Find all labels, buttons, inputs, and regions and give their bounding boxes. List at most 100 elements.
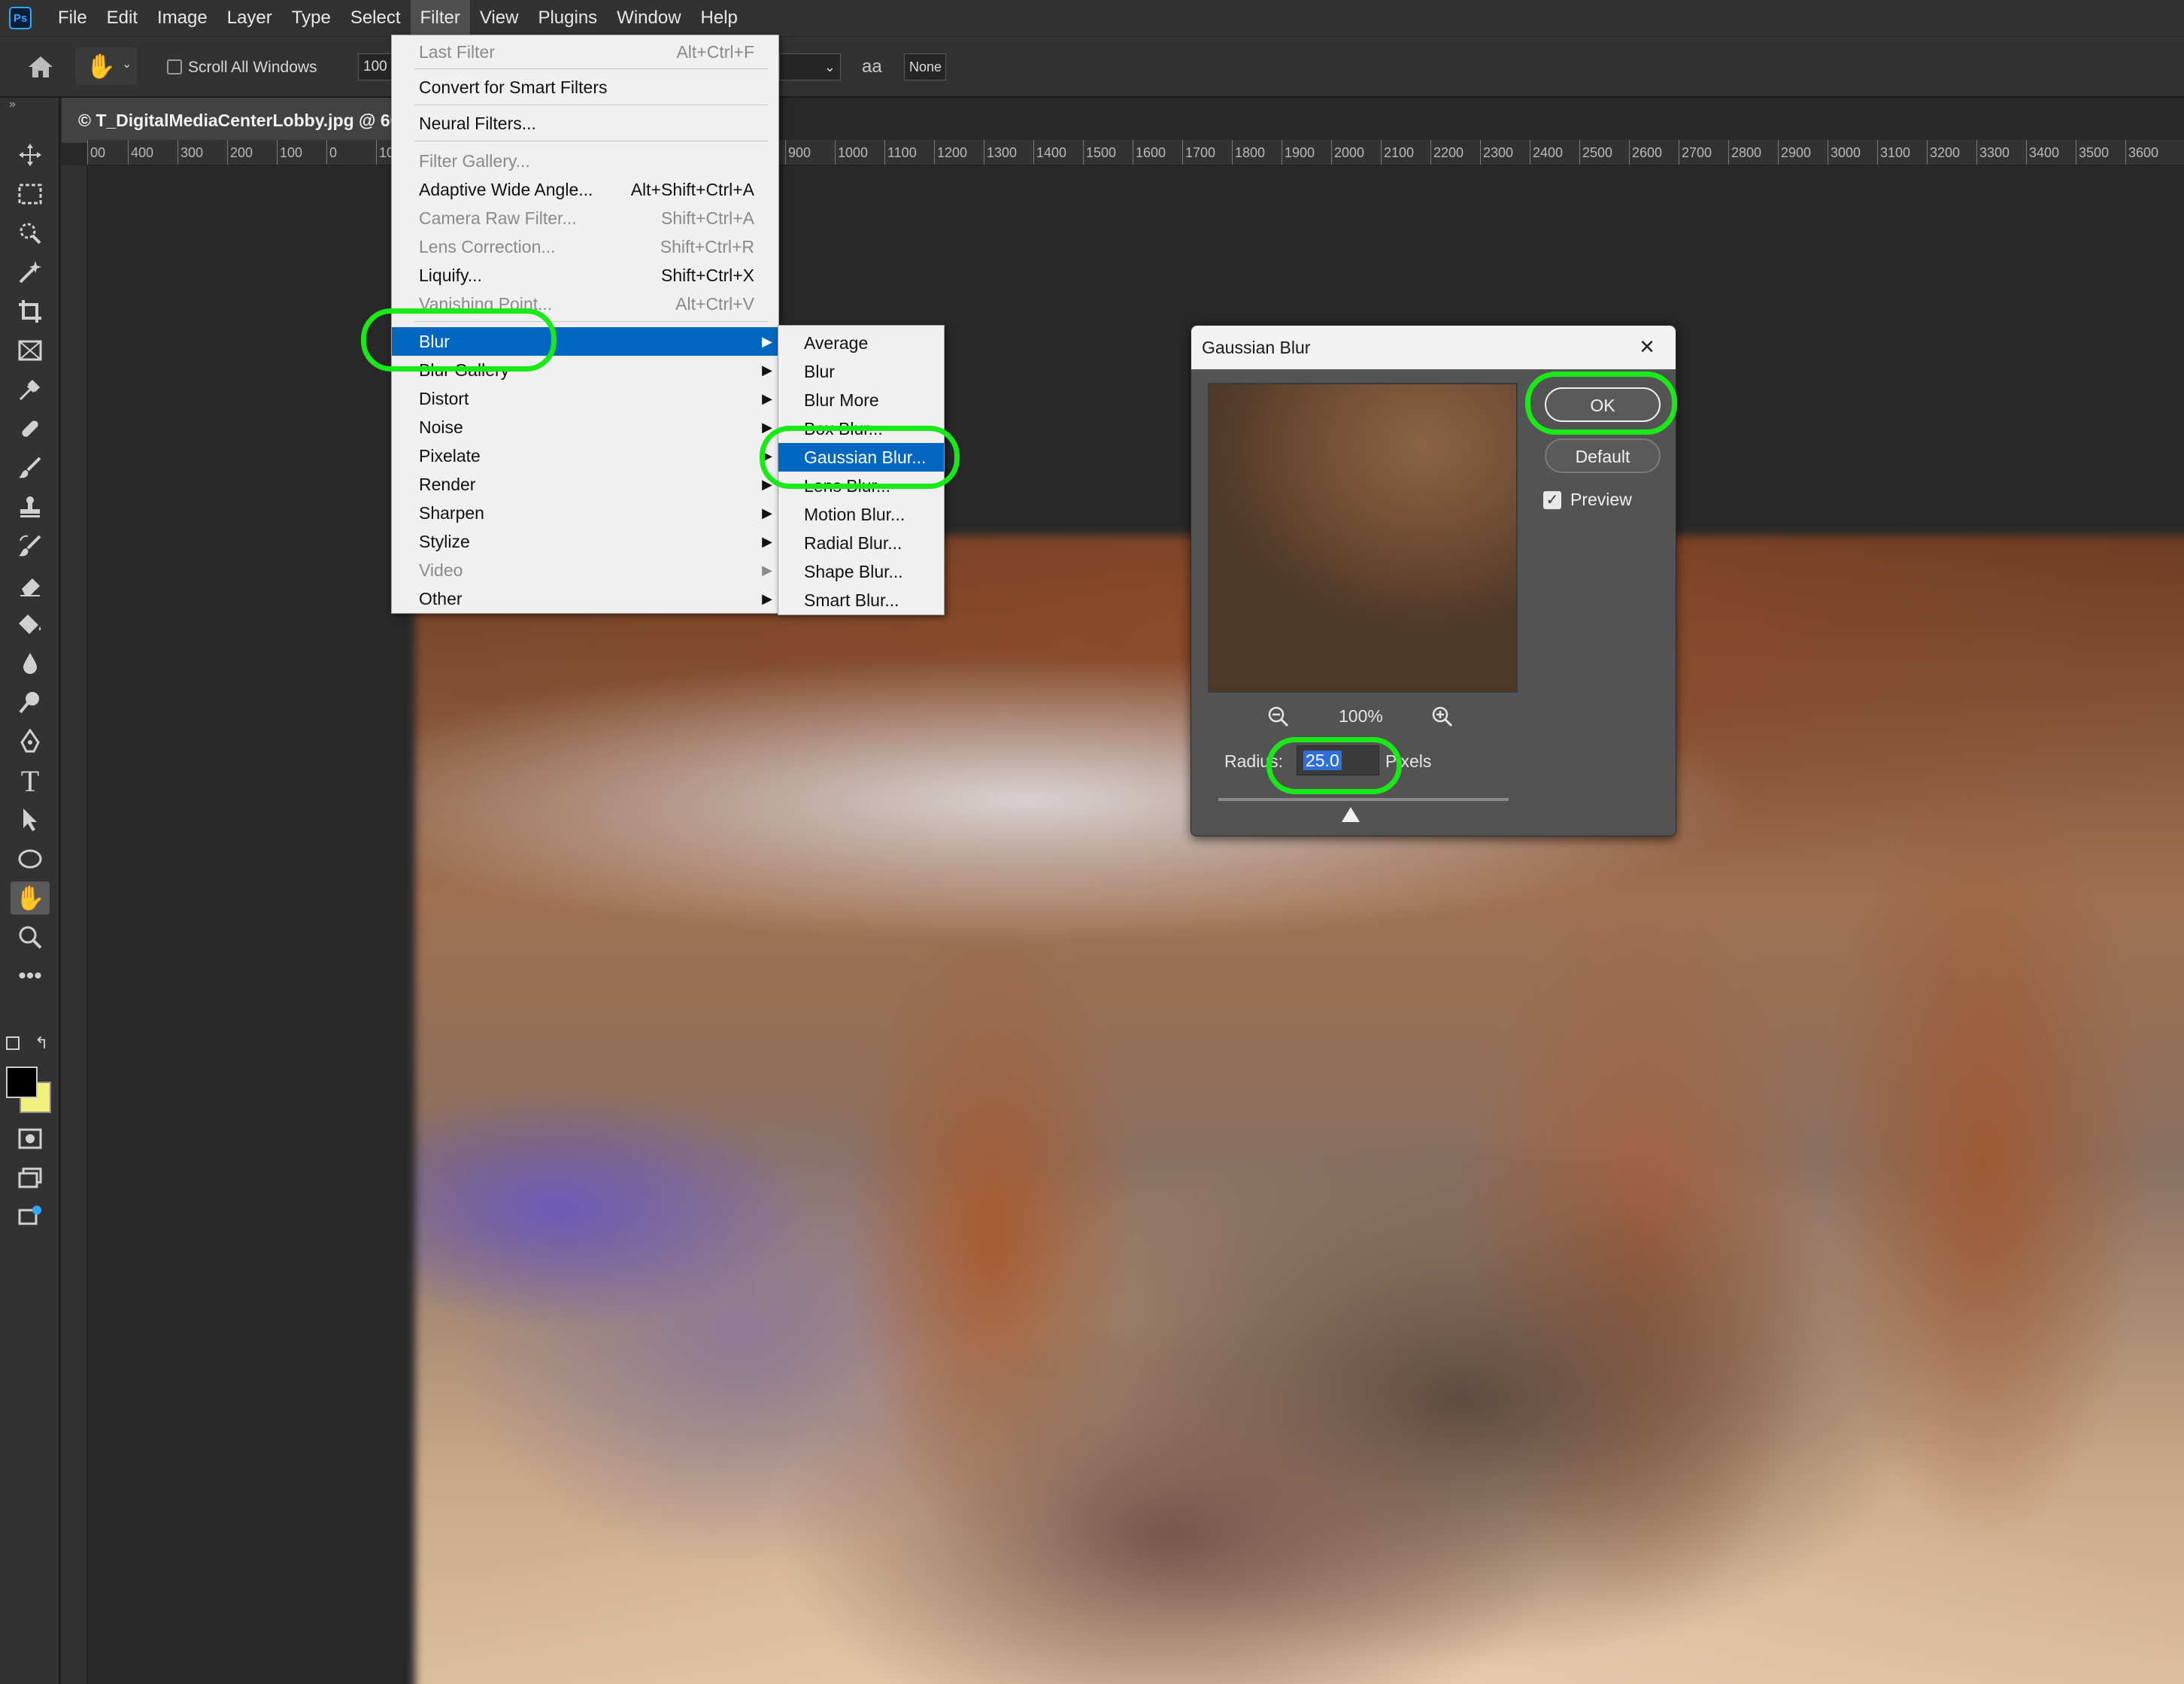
paint-bucket-tool-icon[interactable] xyxy=(11,608,50,641)
type-tool-icon[interactable]: T xyxy=(11,764,50,798)
quick-selection-tool-icon[interactable] xyxy=(11,217,50,250)
dialog-titlebar[interactable]: Gaussian Blur × xyxy=(1191,326,1676,369)
crop-tool-icon[interactable] xyxy=(11,295,50,328)
ruler-label: 2100 xyxy=(1381,140,1414,165)
home-icon[interactable] xyxy=(26,53,56,80)
submenu-item-shape-blur[interactable]: Shape Blur... xyxy=(778,557,944,586)
zoom-tool-icon[interactable] xyxy=(11,921,50,954)
menu-type[interactable]: Type xyxy=(282,0,341,36)
ruler-label: 1300 xyxy=(984,140,1017,165)
options-bar: ✋ ⌄ Scroll All Windows 100 ⌄ aa None xyxy=(0,36,2184,98)
zoom-out-icon[interactable] xyxy=(1266,705,1291,735)
submenu-item-blur-more[interactable]: Blur More xyxy=(778,386,944,414)
menu-select[interactable]: Select xyxy=(341,0,411,36)
ruler-label: 3600 xyxy=(2125,140,2158,165)
move-tool-icon[interactable] xyxy=(11,138,50,171)
zoom-field[interactable]: 100 xyxy=(358,53,394,80)
ellipse-tool-icon[interactable] xyxy=(11,842,50,875)
hand-tool-preset[interactable]: ✋ ⌄ xyxy=(75,47,137,85)
highlight-gaussian-blur-item xyxy=(760,426,960,489)
menu-image[interactable]: Image xyxy=(147,0,217,36)
menu-plugins[interactable]: Plugins xyxy=(528,0,607,36)
share-icon[interactable] xyxy=(11,1200,50,1233)
zoom-in-icon[interactable] xyxy=(1430,705,1454,735)
menu-item-last-filter[interactable]: Last Filter Alt+Ctrl+F xyxy=(392,38,780,66)
menu-item-camera-raw[interactable]: Camera Raw Filter... Shift+Ctrl+A xyxy=(392,204,780,232)
brush-tool-icon[interactable] xyxy=(11,451,50,484)
radius-slider-track[interactable] xyxy=(1218,798,1509,801)
ruler-label: 1700 xyxy=(1182,140,1215,165)
submenu-arrow-icon: ▶ xyxy=(762,505,772,520)
menu-item-pixelate[interactable]: Pixelate ▶ xyxy=(392,441,780,470)
scroll-all-windows-checkbox[interactable] xyxy=(167,59,182,74)
highlight-blur-menu-item xyxy=(361,308,557,372)
submenu-item-motion-blur[interactable]: Motion Blur... xyxy=(778,500,944,529)
blur-preview-window[interactable] xyxy=(1208,383,1518,693)
submenu-item-blur[interactable]: Blur xyxy=(778,357,944,386)
menu-help[interactable]: Help xyxy=(691,0,748,36)
magic-wand-tool-icon[interactable] xyxy=(11,256,50,289)
marquee-tool-icon[interactable] xyxy=(11,178,50,211)
history-brush-tool-icon[interactable] xyxy=(11,529,50,563)
close-icon[interactable]: × xyxy=(1630,330,1664,363)
menu-item-lens-correction[interactable]: Lens Correction... Shift+Ctrl+R xyxy=(392,232,780,261)
menu-view[interactable]: View xyxy=(470,0,529,36)
menu-item-stylize[interactable]: Stylize ▶ xyxy=(392,527,780,556)
dodge-tool-icon[interactable] xyxy=(11,686,50,719)
menu-item-liquify[interactable]: Liquify... Shift+Ctrl+X xyxy=(392,261,780,290)
more-tools-icon[interactable]: ••• xyxy=(11,960,50,993)
menu-item-noise[interactable]: Noise ▶ xyxy=(392,413,780,441)
ruler-label: 2700 xyxy=(1679,140,1712,165)
eraser-tool-icon[interactable] xyxy=(11,569,50,602)
menu-item-other[interactable]: Other ▶ xyxy=(392,584,780,613)
ruler-label: 100 xyxy=(277,140,302,165)
frame-tool-icon[interactable] xyxy=(11,334,50,367)
antialias-dropdown[interactable]: None xyxy=(904,53,946,80)
default-colors-icon[interactable] xyxy=(6,1036,20,1050)
ruler-label: 1500 xyxy=(1083,140,1116,165)
submenu-item-radial-blur[interactable]: Radial Blur... xyxy=(778,529,944,557)
menu-item-distort[interactable]: Distort ▶ xyxy=(392,384,780,413)
hand-tool-icon[interactable]: ✋ xyxy=(11,881,50,915)
submenu-item-average[interactable]: Average xyxy=(778,329,944,357)
font-dropdown[interactable]: ⌄ xyxy=(779,53,841,80)
menu-item-render[interactable]: Render ▶ xyxy=(392,470,780,499)
preview-label: Preview xyxy=(1570,490,1632,509)
blur-tool-icon[interactable] xyxy=(11,647,50,680)
menu-file[interactable]: File xyxy=(48,0,97,36)
menu-layer[interactable]: Layer xyxy=(217,0,282,36)
menu-edit[interactable]: Edit xyxy=(97,0,147,36)
clone-stamp-tool-icon[interactable] xyxy=(11,490,50,523)
document-tab[interactable]: © T_DigitalMediaCenterLobby.jpg @ 66. xyxy=(62,98,393,143)
quick-mask-icon[interactable] xyxy=(11,1122,50,1155)
menu-item-adaptive-wide-angle[interactable]: Adaptive Wide Angle... Alt+Shift+Ctrl+A xyxy=(392,175,780,204)
menu-item-convert-smart-filters[interactable]: Convert for Smart Filters xyxy=(392,73,780,102)
menu-item-neural-filters[interactable]: Neural Filters... xyxy=(392,109,780,138)
submenu-arrow-icon: ▶ xyxy=(762,591,772,606)
ruler-label: 1600 xyxy=(1133,140,1166,165)
menu-item-filter-gallery[interactable]: Filter Gallery... xyxy=(392,147,780,175)
foreground-color-swatch[interactable] xyxy=(6,1067,38,1098)
pen-tool-icon[interactable] xyxy=(11,725,50,758)
preview-checkbox[interactable]: ✓ xyxy=(1543,491,1561,509)
zoom-percentage: 100% xyxy=(1339,706,1383,726)
menu-filter[interactable]: Filter xyxy=(410,0,470,36)
path-selection-tool-icon[interactable] xyxy=(11,803,50,836)
ruler-label: 2900 xyxy=(1778,140,1811,165)
screen-mode-icon[interactable] xyxy=(11,1161,50,1194)
ruler-label: 3500 xyxy=(2076,140,2109,165)
radius-slider-thumb[interactable] xyxy=(1342,807,1360,822)
default-button[interactable]: Default xyxy=(1545,438,1661,473)
swap-colors-icon[interactable]: ↰ xyxy=(35,1033,48,1053)
menu-item-sharpen[interactable]: Sharpen ▶ xyxy=(392,499,780,527)
submenu-item-smart-blur[interactable]: Smart Blur... xyxy=(778,586,944,614)
menu-window[interactable]: Window xyxy=(607,0,690,36)
healing-brush-tool-icon[interactable] xyxy=(11,412,50,445)
ruler-label: 1000 xyxy=(835,140,868,165)
ruler-label: 2800 xyxy=(1728,140,1761,165)
ruler-label: 1100 xyxy=(884,140,917,165)
eyedropper-tool-icon[interactable] xyxy=(11,373,50,406)
menu-item-video[interactable]: Video ▶ xyxy=(392,556,780,584)
panel-collapse-icon[interactable]: » xyxy=(9,98,16,111)
ruler-label: 300 xyxy=(177,140,203,165)
